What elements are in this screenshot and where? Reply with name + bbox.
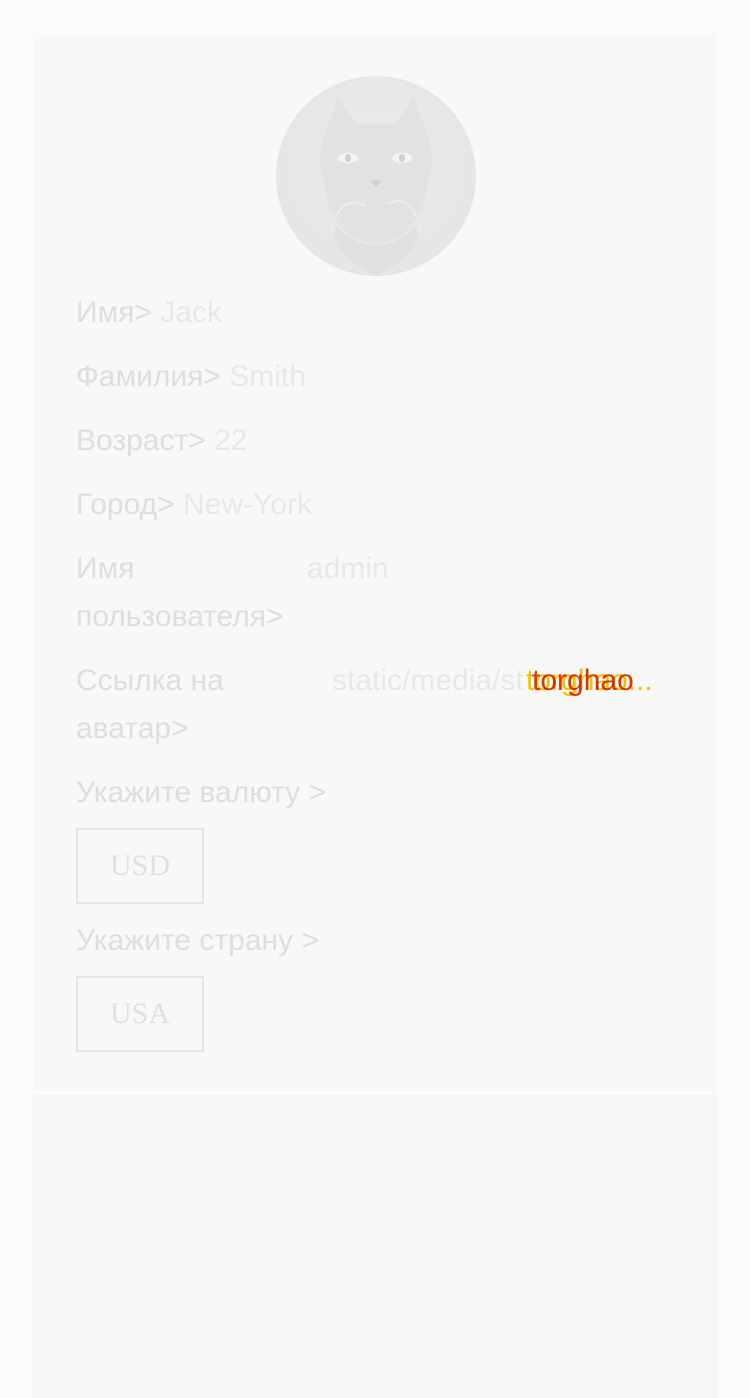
- avatar-link-label: Ссылка на аватар>: [76, 664, 224, 745]
- first-name-row: Имя> Jack: [76, 289, 676, 337]
- username-label: Имя пользователя>: [76, 552, 284, 633]
- country-select[interactable]: USA: [76, 976, 204, 1052]
- age-row: Возраст> 22: [76, 417, 676, 465]
- username-value: admin: [307, 552, 389, 585]
- currency-select[interactable]: USD: [76, 828, 204, 904]
- avatar: [276, 76, 476, 276]
- city-label: Город>: [76, 488, 175, 521]
- last-name-row: Фамилия> Smith: [76, 353, 676, 401]
- city-row: Город> New-York: [76, 481, 676, 529]
- avatar-link-overlay-shadow: torghao: [532, 664, 634, 697]
- currency-label: Укажите валюту >: [76, 776, 326, 809]
- lower-panel: [32, 1094, 718, 1398]
- age-value: 22: [214, 424, 248, 457]
- last-name-value: Smith: [229, 360, 306, 393]
- cat-avatar-icon: [320, 93, 432, 276]
- avatar-link-row: Ссылка на аватар> static/media/st torgha…: [76, 657, 676, 753]
- avatar-link-overlay: torghao... torghao: [526, 657, 653, 705]
- profile-card: Имя> Jack Фамилия> Smith Возраст> 22 Гор…: [34, 34, 716, 1092]
- last-name-label: Фамилия>: [76, 360, 221, 393]
- profile-page: Имя> Jack Фамилия> Smith Возраст> 22 Гор…: [0, 0, 750, 1398]
- age-label: Возраст>: [76, 424, 206, 457]
- first-name-value: Jack: [160, 296, 222, 329]
- first-name-label: Имя>: [76, 296, 152, 329]
- username-row: Имя пользователя> admin: [76, 545, 676, 641]
- country-label: Укажите страну >: [76, 924, 319, 957]
- city-value: New-York: [183, 488, 312, 521]
